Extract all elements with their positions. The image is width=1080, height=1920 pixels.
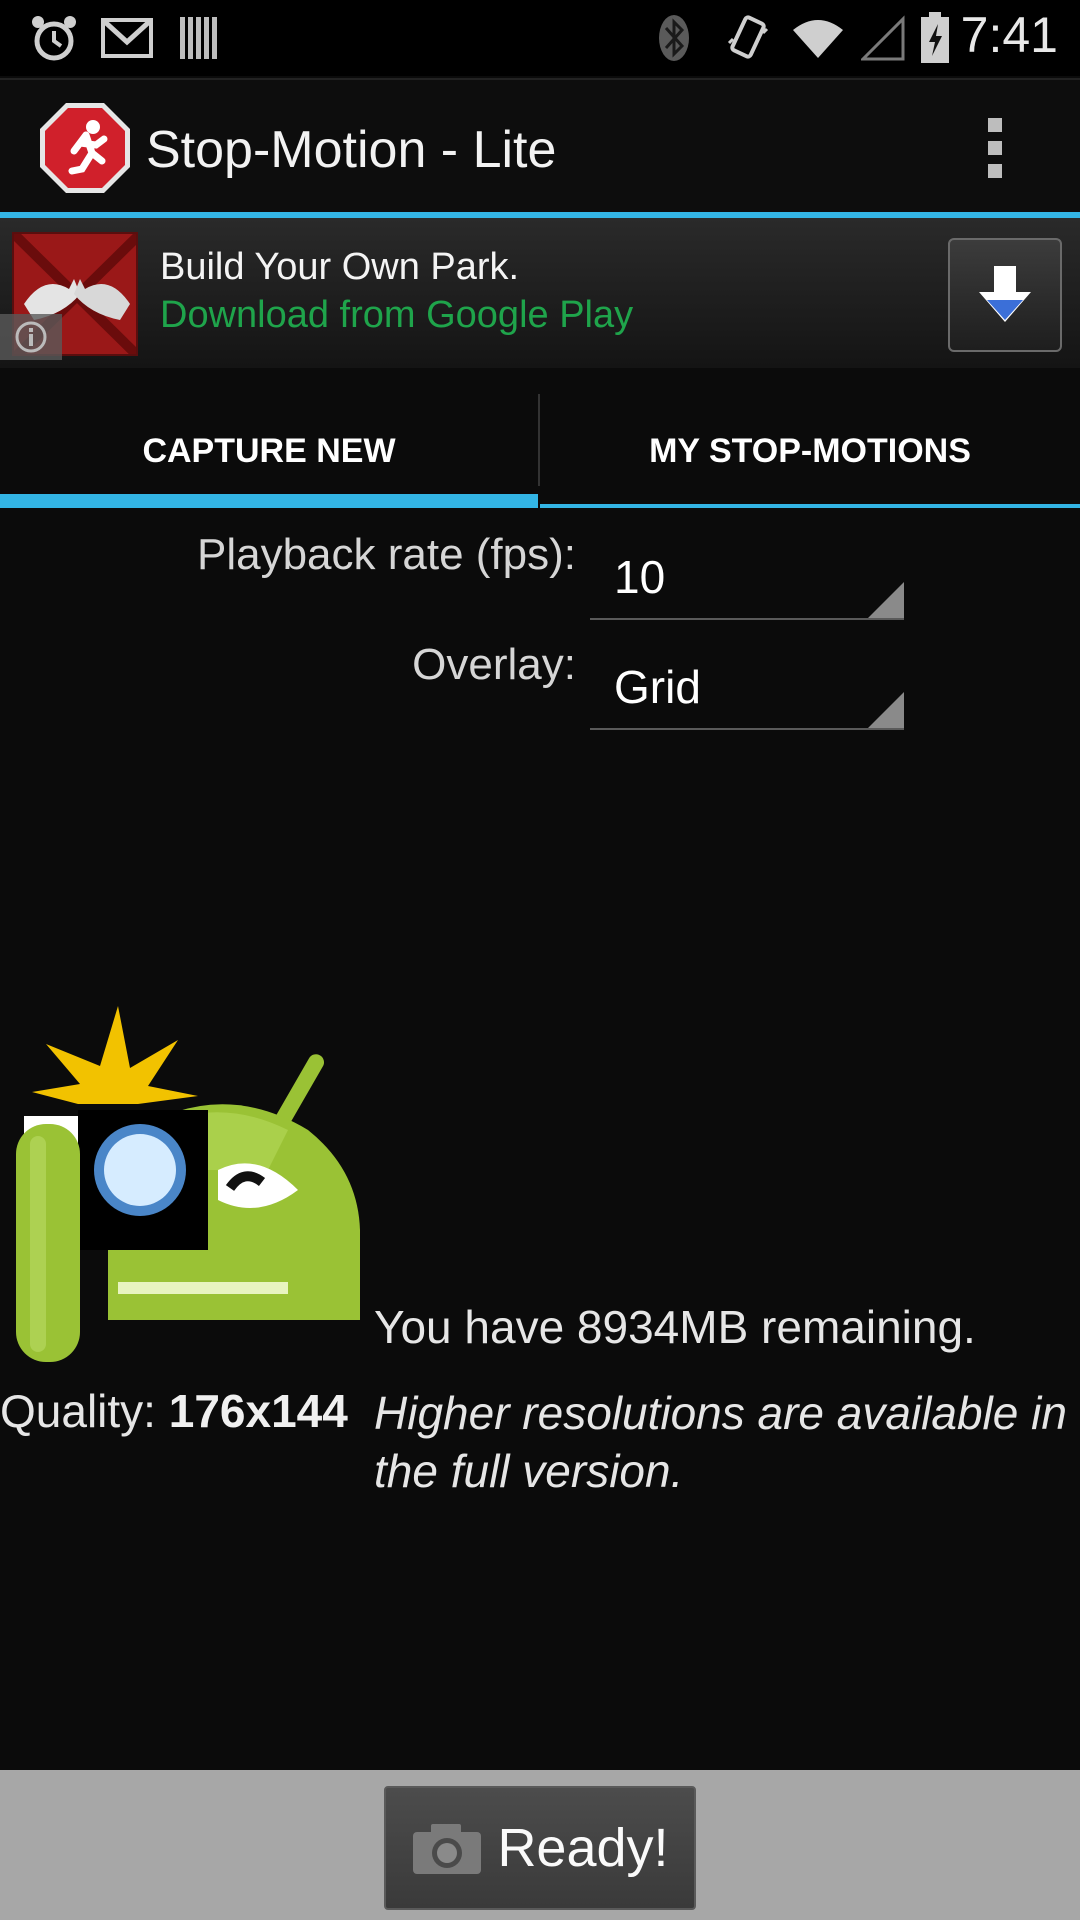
spinner-arrow-icon xyxy=(868,692,904,728)
quality-label: Quality: xyxy=(0,1385,156,1437)
status-bar: 7:41 xyxy=(0,0,1080,76)
bottom-bar: Ready! xyxy=(0,1770,1080,1920)
ready-button[interactable]: Ready! xyxy=(384,1786,696,1910)
bluetooth-icon xyxy=(654,12,694,64)
overlay-label: Overlay: xyxy=(412,640,576,689)
clock-time: 7:41 xyxy=(960,7,1058,63)
action-bar: Stop-Motion - Lite xyxy=(0,78,1080,212)
overflow-menu-icon[interactable] xyxy=(988,118,1006,178)
quality-value: 176x144 xyxy=(168,1385,348,1437)
overlay-value: Grid xyxy=(614,661,701,713)
stop-sign-runner-icon[interactable] xyxy=(38,101,132,195)
wifi-icon xyxy=(790,12,846,64)
ad-download-button[interactable] xyxy=(948,238,1062,352)
quality-row: Quality: 176x144 xyxy=(0,1384,348,1438)
info-icon[interactable] xyxy=(0,314,62,360)
alarm-icon xyxy=(26,12,82,64)
full-version-note: Higher resolutions are available in the … xyxy=(374,1387,1067,1497)
playback-rate-spinner[interactable]: 10 xyxy=(590,536,904,620)
tab-baseline xyxy=(540,504,1080,508)
tab-selected-indicator xyxy=(0,494,538,508)
battery-icon xyxy=(918,12,952,64)
tab-my-stop-motions[interactable]: MY STOP-MOTIONS xyxy=(540,390,1080,512)
signal-icon xyxy=(860,12,906,64)
overlay-spinner[interactable]: Grid xyxy=(590,646,904,730)
ad-subtitle[interactable]: Download from Google Play xyxy=(160,294,633,337)
ad-title[interactable]: Build Your Own Park. xyxy=(160,246,519,289)
app-title: Stop-Motion - Lite xyxy=(146,121,557,179)
download-arrow-icon xyxy=(979,266,1031,322)
playback-rate-label: Playback rate (fps): xyxy=(196,530,576,579)
android-camera-mascot xyxy=(8,1000,364,1366)
tab-bar: CAPTURE NEW MY STOP-MOTIONS xyxy=(0,390,1080,512)
spinner-arrow-icon xyxy=(868,582,904,618)
camera-icon xyxy=(413,1824,482,1874)
gmail-icon xyxy=(100,12,154,64)
storage-remaining-text: You have 8934MB remaining. xyxy=(374,1301,976,1353)
vibrate-icon xyxy=(724,12,772,64)
ready-button-label: Ready! xyxy=(497,1818,669,1878)
ad-banner[interactable]: Build Your Own Park. Download from Googl… xyxy=(0,218,1080,368)
playback-rate-value: 10 xyxy=(614,551,666,603)
barcode-icon xyxy=(176,12,220,64)
